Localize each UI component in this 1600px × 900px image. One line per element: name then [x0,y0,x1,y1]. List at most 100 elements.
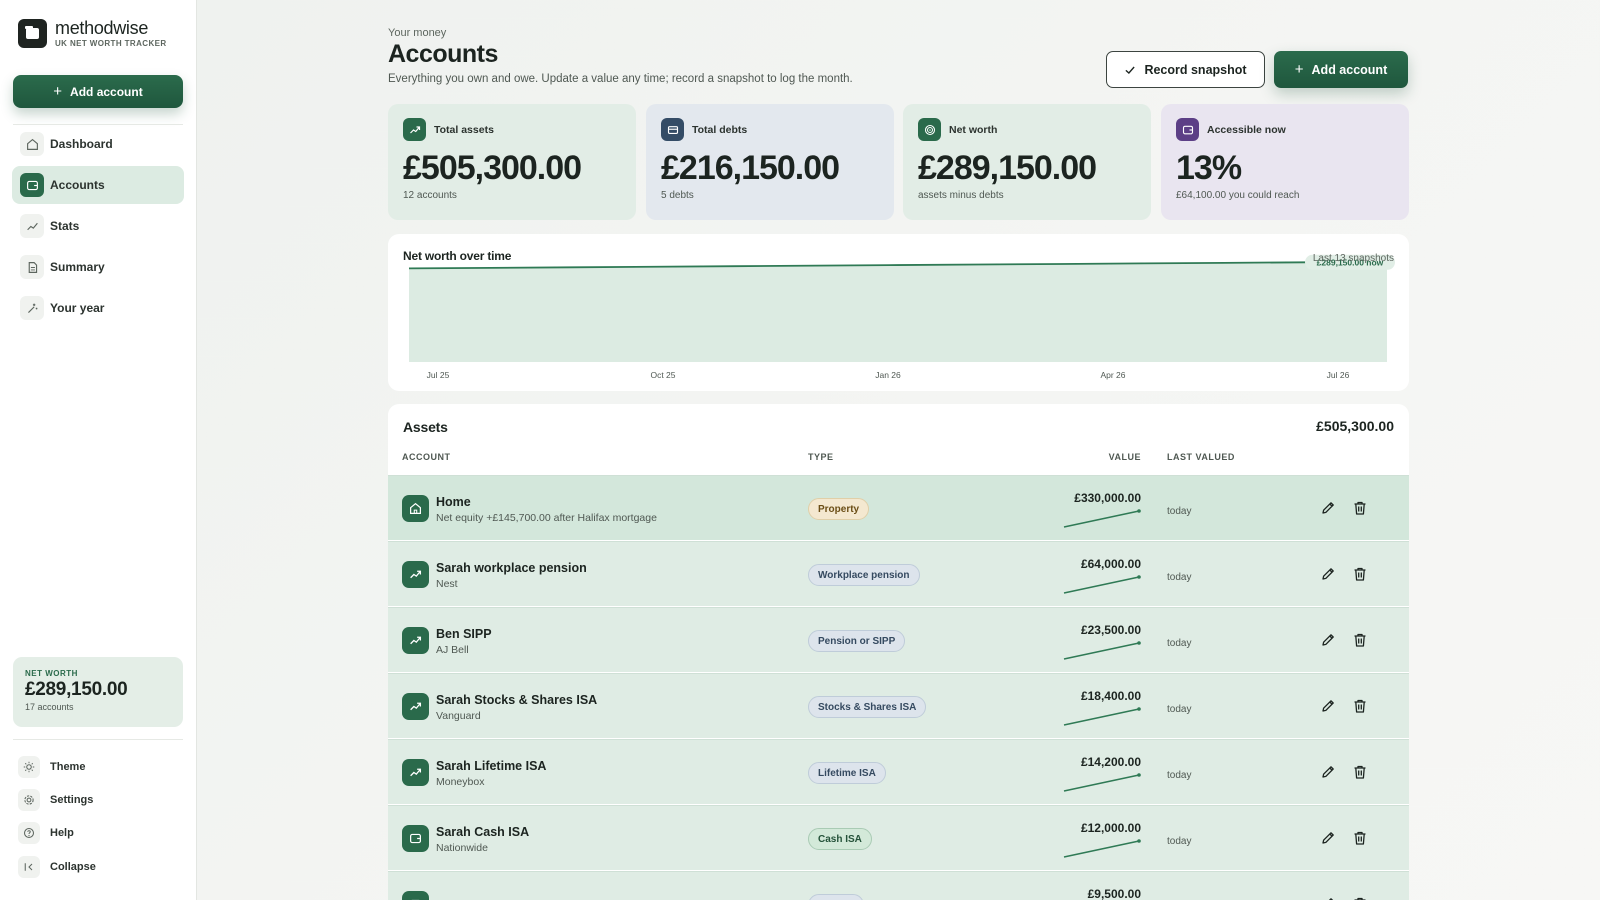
delete-icon[interactable] [1350,894,1370,900]
stat-card-net-worth: Net worth £289,150.00 assets minus debts [903,104,1151,220]
stat-label: Total assets [434,123,494,136]
document-icon [20,255,44,279]
table-row[interactable]: Sarah Lifetime ISA Moneybox Lifetime ISA £1… [388,739,1409,804]
account-type-badge: Cash ISA [808,828,872,850]
value-sparkline [1063,641,1141,660]
last-valued: today [1167,506,1192,517]
edit-icon[interactable] [1318,762,1338,782]
collapse-icon [18,856,40,878]
page-eyebrow: Your money [388,27,447,39]
add-account-button[interactable]: + Add account [1274,51,1408,88]
edit-icon[interactable] [1318,894,1338,900]
assets-table-card: Assets £505,300.00 ACCOUNT TYPE VALUE LA… [388,404,1409,900]
brand-name: methodwise [55,18,149,38]
home-icon [402,495,429,522]
sidebar-add-account-button[interactable]: + Add account [13,75,183,108]
record-snapshot-label: Record snapshot [1144,62,1247,77]
theme-label: Theme [50,761,86,773]
help-label: Help [50,827,74,839]
sidebar-item-label: Your year [50,301,105,315]
sidebar-item-label: Stats [50,219,80,233]
delete-icon[interactable] [1350,630,1370,650]
account-type-badge: Stocks & Shares ISA [808,696,927,718]
target-icon [918,118,941,141]
sidebar-item-dashboard[interactable]: Dashboard [12,125,184,163]
account-value: £23,500.00 [1080,623,1141,637]
sidebar-item-summary[interactable]: Summary [12,248,184,286]
sidebar: methodwise UK NET WORTH TRACKER + Add ac… [0,0,197,900]
settings-button[interactable]: Settings [18,786,188,814]
sidebar-item-accounts[interactable]: Accounts [12,166,184,204]
trend-icon [402,693,429,720]
account-name: Sarah Lifetime ISA [436,759,547,773]
wallet-icon [20,173,44,197]
help-icon [18,822,40,844]
chart-x-tick-label: Oct 25 [650,370,675,380]
stat-value: £505,300.00 [403,149,582,187]
stat-value: 13% [1176,149,1242,187]
edit-icon[interactable] [1318,696,1338,716]
theme-button[interactable]: Theme [18,753,188,781]
table-row[interactable]: Ben SIPP AJ Bell Pension or SIPP £23,500.00… [388,607,1409,672]
sidebar-item-label: Summary [50,260,105,274]
account-detail: AJ Bell [436,644,469,656]
table-row[interactable]: £9,500.00 [388,871,1409,900]
table-row[interactable]: Home Net equity +£145,700.00 after Halifa… [388,475,1409,540]
stat-sub: assets minus debts [918,190,1004,201]
sidebar-item-stats[interactable]: Stats [12,207,184,245]
column-header-type: TYPE [808,452,834,462]
page-title: Accounts [388,40,498,68]
table-row[interactable]: Sarah Cash ISA Nationwide Cash ISA £12,000.… [388,805,1409,870]
table-row[interactable]: Sarah Stocks & Shares ISA Vanguard Stocks … [388,673,1409,738]
last-valued: today [1167,770,1192,781]
sidebar-nav: Dashboard Accounts Stats Summary Your ye… [12,125,184,330]
gear-icon [18,789,40,811]
account-name: Sarah workplace pension [436,561,587,575]
assets-total: £505,300.00 [1316,418,1394,434]
brand[interactable]: methodwise UK NET WORTH TRACKER [18,19,167,48]
record-snapshot-button[interactable]: Record snapshot [1106,51,1265,88]
chart-x-tick-label: Jul 25 [427,370,450,380]
account-value: £14,200.00 [1080,755,1141,769]
networth-value: £289,150.00 [25,679,128,700]
chart-title: Net worth over time [403,249,512,263]
table-row[interactable]: Sarah workplace pension Nest Workplace pen… [388,541,1409,606]
account-value: £9,500.00 [1087,887,1141,900]
account-detail: Net equity +£145,700.00 after Halifax mo… [436,512,657,524]
stat-label: Net worth [949,123,998,136]
stat-card-total-debts: Total debts £216,150.00 5 debts [646,104,894,220]
stat-card-total-assets: Total assets £505,300.00 12 accounts [388,104,636,220]
edit-icon[interactable] [1318,630,1338,650]
account-type-badge: Pension or SIPP [808,630,906,652]
edit-icon[interactable] [1318,564,1338,584]
home-icon [20,132,44,156]
plus-icon: + [53,83,63,100]
account-type-badge: Property [808,498,870,520]
sidebar-item-your-year[interactable]: Your year [12,289,184,327]
trend-icon [402,759,429,786]
account-value: £330,000.00 [1074,491,1141,505]
trend-icon [402,627,429,654]
account-name: Sarah Stocks & Shares ISA [436,693,598,707]
delete-icon[interactable] [1350,498,1370,518]
edit-icon[interactable] [1318,828,1338,848]
column-header-last-valued: LAST VALUED [1167,452,1235,462]
delete-icon[interactable] [1350,564,1370,584]
value-sparkline [1063,773,1141,792]
delete-icon[interactable] [1350,696,1370,716]
account-detail: Nest [436,578,458,590]
last-valued: today [1167,572,1192,583]
delete-icon[interactable] [1350,762,1370,782]
add-account-label: Add account [1311,62,1388,77]
collapse-button[interactable]: Collapse [18,853,188,881]
account-name: Home [436,495,471,509]
edit-icon[interactable] [1318,498,1338,518]
account-type-badge: Workplace pension [808,564,920,586]
sparkle-icon [20,296,44,320]
networth-chart: Jul 25 Oct 25 Jan 26 Apr 26 Jul 26£289,150.0… [408,254,1395,380]
assets-title: Assets [403,419,448,435]
account-value: £12,000.00 [1080,821,1141,835]
delete-icon[interactable] [1350,828,1370,848]
chart-x-tick-label: Jan 26 [875,370,901,380]
help-button[interactable]: Help [18,819,188,847]
